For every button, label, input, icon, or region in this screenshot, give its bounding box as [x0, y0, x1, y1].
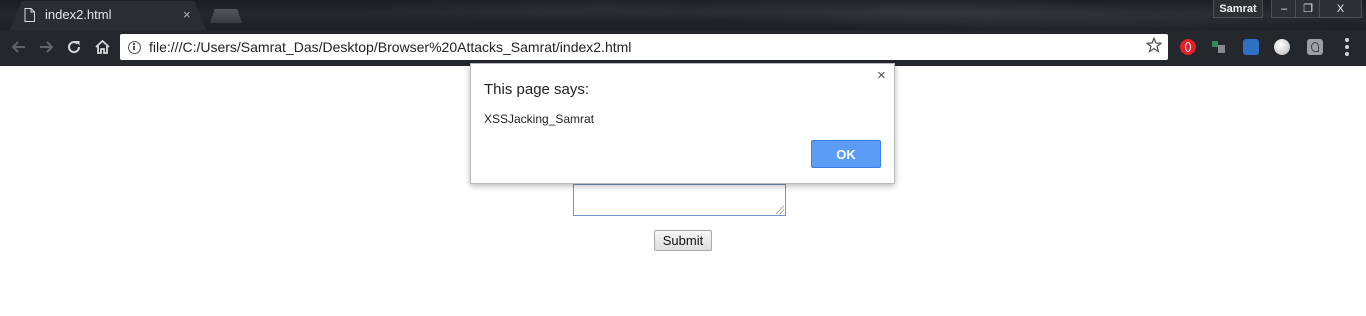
dialog-message: XSSJacking_Samrat [484, 112, 595, 126]
title-bar: index2.html × Samrat – ❐ X [0, 0, 1366, 30]
reload-icon [68, 41, 81, 54]
back-button[interactable] [8, 36, 30, 58]
home-button[interactable] [91, 36, 113, 58]
pdf-icon[interactable] [1307, 39, 1323, 55]
dialog-close-icon[interactable]: × [877, 68, 886, 83]
javascript-toggle-icon[interactable] [1211, 39, 1227, 55]
dialog-title: This page says: [484, 81, 590, 98]
reload-button[interactable] [63, 36, 85, 58]
document-icon [24, 7, 35, 22]
url-text[interactable]: file:///C:/Users/Samrat_Das/Desktop/Brow… [149, 39, 631, 55]
profile-button[interactable]: Samrat [1213, 0, 1263, 18]
bookmark-star-icon[interactable] [1146, 37, 1162, 53]
info-icon[interactable] [128, 40, 141, 54]
menu-kebab-icon[interactable] [1345, 38, 1349, 56]
arrow-right-icon [40, 41, 54, 53]
tab-content: index2.html [24, 0, 184, 29]
ok-button[interactable]: OK [811, 140, 881, 168]
browser-toolbar: file:///C:/Users/Samrat_Das/Desktop/Brow… [0, 30, 1366, 66]
tab-title: index2.html [45, 7, 112, 22]
minimize-button[interactable]: – [1271, 0, 1297, 18]
globe-icon[interactable] [1274, 39, 1290, 55]
arrow-left-icon [11, 41, 25, 53]
opera-icon[interactable] [1180, 39, 1196, 55]
clapperboard-icon[interactable] [1243, 39, 1259, 55]
resize-grip-icon[interactable] [776, 206, 784, 214]
home-icon [94, 39, 110, 54]
window-close-button[interactable]: X [1319, 0, 1362, 18]
tab-close-icon[interactable]: × [183, 8, 191, 21]
forward-button[interactable] [35, 36, 57, 58]
alert-dialog: × This page says: XSSJacking_Samrat OK [470, 63, 895, 184]
comment-textarea[interactable] [573, 184, 786, 216]
address-bar[interactable]: file:///C:/Users/Samrat_Das/Desktop/Brow… [120, 34, 1168, 60]
submit-button[interactable]: Submit [654, 230, 712, 251]
maximize-button[interactable]: ❐ [1295, 0, 1321, 18]
new-tab-button[interactable] [210, 9, 242, 23]
